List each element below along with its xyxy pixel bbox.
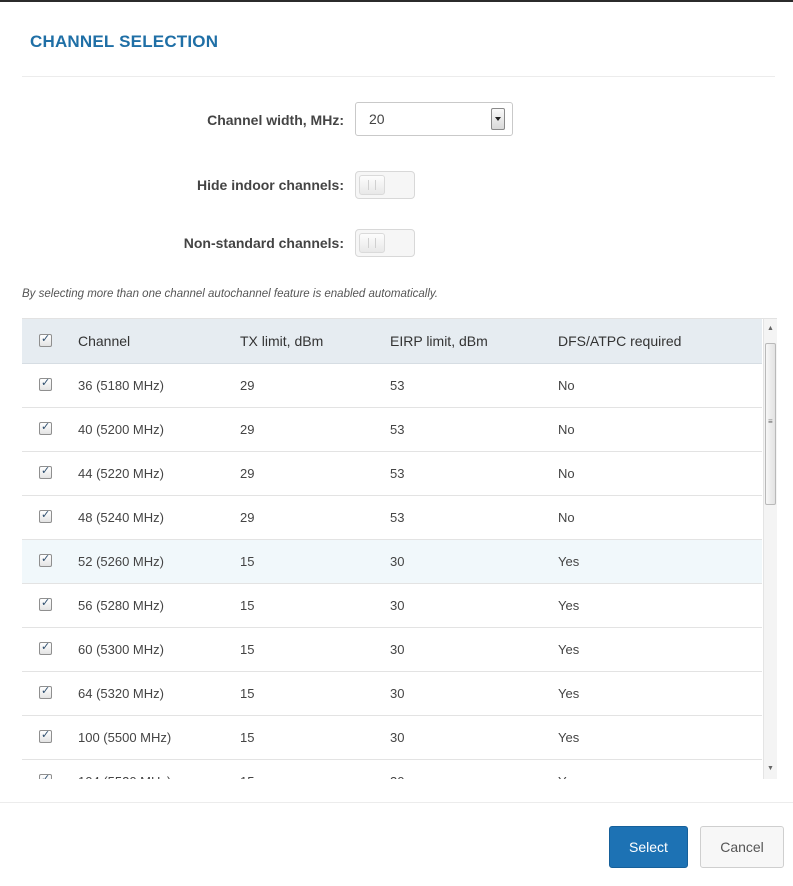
channel-width-select[interactable]: 20	[355, 102, 513, 136]
toggle-knob	[359, 233, 385, 253]
dialog-title: CHANNEL SELECTION	[30, 32, 219, 51]
dfs-required-cell: No	[558, 422, 575, 437]
table-row[interactable]: 56 (5280 MHz) 15 30 Yes	[22, 584, 762, 628]
row-checkbox[interactable]	[39, 552, 52, 567]
dfs-required-cell: No	[558, 378, 575, 393]
eirp-limit-cell: 30	[390, 760, 404, 779]
dfs-required-cell: Yes	[558, 598, 580, 613]
table-row[interactable]: 52 (5260 MHz) 15 30 Yes	[22, 540, 762, 584]
row-checkbox[interactable]	[39, 420, 52, 435]
tx-limit-cell: 15	[240, 760, 254, 779]
dfs-required-cell: Yes	[558, 686, 580, 701]
row-checkbox[interactable]	[39, 464, 52, 479]
table-row[interactable]: 36 (5180 MHz) 29 53 No	[22, 364, 762, 408]
eirp-limit-cell: 53	[390, 378, 405, 393]
eirp-limit-cell: 30	[390, 554, 405, 569]
channel-width-row: Channel width, MHz: 20	[0, 102, 793, 138]
hide-indoor-row: Hide indoor channels:	[0, 167, 793, 203]
channel-width-value: 20	[369, 111, 385, 127]
tx-limit-cell: 15	[240, 686, 255, 701]
table-row[interactable]: 100 (5500 MHz) 15 30 Yes	[22, 716, 762, 760]
tx-limit-cell: 29	[240, 422, 255, 437]
column-header-tx-limit[interactable]: TX limit, dBm	[240, 319, 323, 363]
channel-cell: 44 (5220 MHz)	[78, 466, 164, 481]
channel-cell: 100 (5500 MHz)	[78, 730, 172, 745]
channel-cell: 56 (5280 MHz)	[78, 598, 164, 613]
row-checkbox[interactable]	[39, 728, 52, 743]
select-all-checkbox[interactable]	[39, 332, 52, 347]
tx-limit-cell: 15	[240, 642, 255, 657]
cancel-button[interactable]: Cancel	[700, 826, 784, 868]
table-row[interactable]: 64 (5320 MHz) 15 30 Yes	[22, 672, 762, 716]
channel-cell: 48 (5240 MHz)	[78, 510, 164, 525]
non-standard-toggle[interactable]	[355, 229, 415, 257]
dfs-required-cell: No	[558, 466, 575, 481]
dfs-required-cell: No	[558, 510, 575, 525]
dfs-required-cell: Yes	[558, 760, 579, 779]
arrow-up-icon[interactable]: ▲	[764, 321, 777, 337]
toggle-knob	[359, 175, 385, 195]
table-row[interactable]: 44 (5220 MHz) 29 53 No	[22, 452, 762, 496]
channel-cell: 40 (5200 MHz)	[78, 422, 164, 437]
eirp-limit-cell: 30	[390, 642, 405, 657]
table-row[interactable]: 60 (5300 MHz) 15 30 Yes	[22, 628, 762, 672]
column-header-eirp-limit[interactable]: EIRP limit, dBm	[390, 319, 488, 363]
table-scrollbar[interactable]: ▲ ≡ ▼	[763, 319, 777, 779]
table-header: Channel TX limit, dBm EIRP limit, dBm DF…	[22, 319, 762, 364]
top-border	[0, 0, 793, 2]
channel-table: Channel TX limit, dBm EIRP limit, dBm DF…	[22, 318, 777, 779]
arrow-down-icon[interactable]: ▼	[764, 761, 777, 777]
select-button[interactable]: Select	[609, 826, 688, 868]
hide-indoor-label: Hide indoor channels:	[196, 177, 344, 193]
table-row[interactable]: 48 (5240 MHz) 29 53 No	[22, 496, 762, 540]
channel-cell: 60 (5300 MHz)	[78, 642, 164, 657]
table-body: 36 (5180 MHz) 29 53 No 40 (5200 MHz) 29 …	[22, 364, 762, 779]
row-checkbox[interactable]	[39, 508, 52, 523]
eirp-limit-cell: 30	[390, 730, 405, 745]
row-checkbox[interactable]	[39, 596, 52, 611]
eirp-limit-cell: 53	[390, 510, 405, 525]
tx-limit-cell: 15	[240, 730, 255, 745]
tx-limit-cell: 15	[240, 598, 255, 613]
row-checkbox[interactable]	[39, 640, 52, 655]
autochannel-note: By selecting more than one channel autoc…	[22, 288, 438, 300]
tx-limit-cell: 29	[240, 510, 255, 525]
eirp-limit-cell: 53	[390, 466, 405, 481]
eirp-limit-cell: 30	[390, 598, 405, 613]
channel-cell: 36 (5180 MHz)	[78, 378, 164, 393]
row-checkbox[interactable]	[39, 376, 52, 391]
eirp-limit-cell: 53	[390, 422, 405, 437]
grip-icon: ≡	[768, 417, 773, 426]
column-header-channel[interactable]: Channel	[78, 319, 130, 363]
channel-cell: 52 (5260 MHz)	[78, 554, 164, 569]
chevron-down-icon[interactable]	[491, 108, 505, 130]
table-row[interactable]: 40 (5200 MHz) 29 53 No	[22, 408, 762, 452]
channel-cell: 64 (5320 MHz)	[78, 686, 164, 701]
tx-limit-cell: 29	[240, 378, 255, 393]
row-checkbox[interactable]	[39, 684, 52, 699]
dfs-required-cell: Yes	[558, 642, 580, 657]
row-checkbox[interactable]	[39, 772, 52, 779]
channel-cell: 104 (5520 MHz)	[78, 760, 171, 779]
column-header-dfs-required[interactable]: DFS/ATPC required	[558, 319, 681, 363]
dfs-required-cell: Yes	[558, 554, 580, 569]
tx-limit-cell: 15	[240, 554, 255, 569]
channel-width-label: Channel width, MHz:	[207, 112, 344, 128]
scrollbar-thumb[interactable]: ≡	[765, 343, 776, 505]
dfs-required-cell: Yes	[558, 730, 580, 745]
eirp-limit-cell: 30	[390, 686, 405, 701]
table-row[interactable]: 104 (5520 MHz) 15 30 Yes	[22, 760, 762, 779]
non-standard-row: Non-standard channels:	[0, 225, 793, 261]
footer-divider	[0, 802, 793, 803]
hide-indoor-toggle[interactable]	[355, 171, 415, 199]
title-divider	[22, 76, 775, 77]
tx-limit-cell: 29	[240, 466, 255, 481]
non-standard-label: Non-standard channels:	[183, 235, 344, 251]
